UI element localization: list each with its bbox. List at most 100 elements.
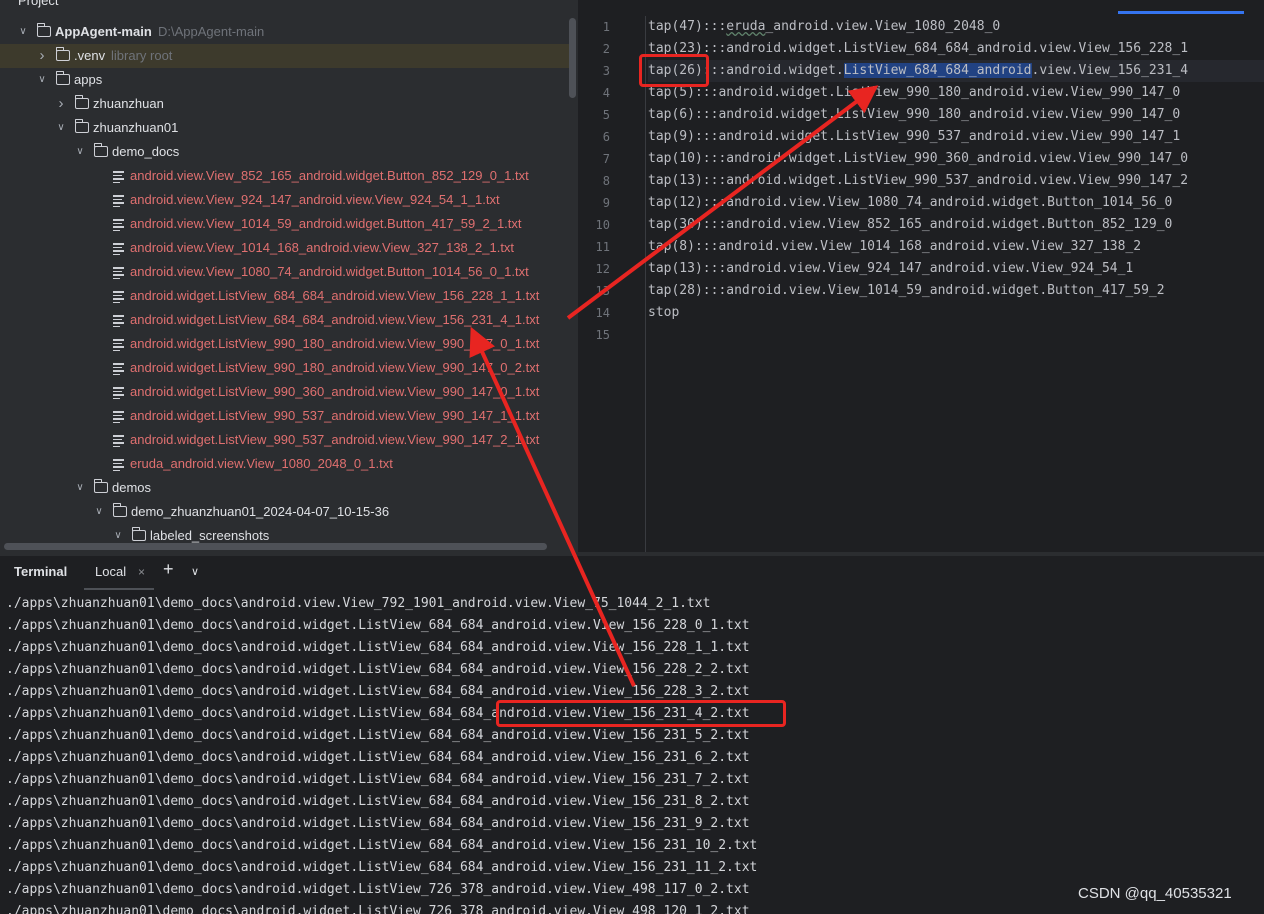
tree-file-row[interactable]: android.widget.ListView_684_684_android.…: [0, 284, 570, 308]
tree-item-label: android.widget.ListView_990_360_android.…: [130, 384, 540, 399]
terminal-line[interactable]: ./apps\zhuanzhuan01\demo_docs\android.wi…: [6, 879, 1264, 901]
tree-file-row[interactable]: android.widget.ListView_990_537_android.…: [0, 404, 570, 428]
line-number: 4: [602, 86, 610, 100]
terminal-line[interactable]: ./apps\zhuanzhuan01\demo_docs\android.wi…: [6, 659, 1264, 681]
tree-horizontal-scrollbar[interactable]: [4, 543, 547, 550]
code-text: tap(8):::android.view.View_1014_168_andr…: [648, 239, 1142, 254]
text-file-icon: [113, 195, 124, 207]
tree-file-row[interactable]: android.widget.ListView_990_180_android.…: [0, 332, 570, 356]
tree-item-hint: D:\AppAgent-main: [158, 24, 265, 39]
code-line[interactable]: tap(12):::android.view.View_1080_74_andr…: [648, 192, 1264, 214]
folder-icon: [55, 47, 70, 61]
selected-text: ListView_684_684_android: [843, 63, 1032, 78]
tree-folder-row[interactable]: ∨ demo_docs: [0, 140, 570, 164]
code-line[interactable]: tap(28):::android.view.View_1014_59_andr…: [648, 280, 1264, 302]
tree-file-row[interactable]: android.view.View_1014_168_android.view.…: [0, 236, 570, 260]
chevron-down-icon[interactable]: ∨: [37, 68, 47, 92]
tree-item-label: demo_docs: [112, 144, 180, 159]
folder-icon: [74, 95, 89, 109]
tree-item-label: android.widget.ListView_990_180_android.…: [130, 360, 540, 375]
line-number: 5: [602, 108, 610, 122]
tree-file-row[interactable]: android.widget.ListView_990_537_android.…: [0, 428, 570, 452]
code-line[interactable]: tap(13):::android.widget.ListView_990_53…: [648, 170, 1264, 192]
code-line[interactable]: tap(10):::android.widget.ListView_990_36…: [648, 148, 1264, 170]
tree-file-row[interactable]: android.widget.ListView_990_180_android.…: [0, 356, 570, 380]
code-editor[interactable]: 1 2 3 4 5 6 7 8 9 10 11 12 13 14 15 tap(47):::eruda_an…: [578, 0, 1264, 552]
terminal-line[interactable]: ./apps\zhuanzhuan01\demo_docs\android.wi…: [6, 835, 1264, 857]
terminal-panel[interactable]: Terminal Local × + ∨ ./apps\zhuanzhuan01…: [0, 556, 1264, 914]
terminal-line[interactable]: ./apps\zhuanzhuan01\demo_docs\android.wi…: [6, 615, 1264, 637]
tree-file-row[interactable]: android.widget.ListView_684_684_android.…: [0, 308, 570, 332]
line-number: 11: [595, 240, 610, 254]
code-line[interactable]: tap(5):::android.widget.ListView_990_180…: [648, 82, 1264, 104]
tree-folder-row[interactable]: ∨ zhuanzhuan01: [0, 116, 570, 140]
tree-file-row[interactable]: eruda_android.view.View_1080_2048_0_1.tx…: [0, 452, 570, 476]
chevron-right-icon[interactable]: ›: [37, 44, 47, 68]
code-line[interactable]: tap(47):::eruda_android.view.View_1080_2…: [648, 16, 1264, 38]
terminal-line[interactable]: ./apps\zhuanzhuan01\demo_docs\android.wi…: [6, 791, 1264, 813]
tree-item-label: android.widget.ListView_684_684_android.…: [130, 312, 540, 327]
code-line[interactable]: tap(30):::android.view.View_852_165_andr…: [648, 214, 1264, 236]
tree-folder-row[interactable]: ∨ AppAgent-main D:\AppAgent-main: [0, 20, 570, 44]
code-text: tap(26):::android.widget.: [648, 63, 844, 78]
chevron-down-icon[interactable]: ∨: [18, 20, 28, 44]
text-file-icon: [113, 435, 124, 447]
code-text: tap(13):::android.widget.ListView_990_53…: [648, 173, 1189, 188]
chevron-right-icon[interactable]: ›: [56, 92, 66, 116]
tree-item-label: android.widget.ListView_684_684_android.…: [130, 288, 540, 303]
chevron-down-icon[interactable]: ∨: [75, 140, 85, 164]
folder-icon: [112, 503, 127, 517]
code-text: tap(5):::android.widget.ListView_990_180…: [648, 85, 1181, 100]
code-line[interactable]: tap(23):::android.widget.ListView_684_68…: [648, 38, 1264, 60]
tree-folder-row[interactable]: › zhuanzhuan: [0, 92, 570, 116]
tree-file-row[interactable]: android.widget.ListView_990_360_android.…: [0, 380, 570, 404]
terminal-header: Terminal Local × + ∨: [0, 556, 1264, 590]
project-tree-panel: Project ∨ AppAgent-main D:\AppAgent-main ›.…: [0, 0, 578, 552]
terminal-line[interactable]: ./apps\zhuanzhuan01\demo_docs\android.wi…: [6, 703, 1264, 725]
chevron-down-icon[interactable]: ∨: [191, 565, 199, 578]
terminal-line[interactable]: ./apps\zhuanzhuan01\demo_docs\android.wi…: [6, 769, 1264, 791]
tree-item-label: AppAgent-main: [55, 24, 152, 39]
tree-folder-row[interactable]: ∨ demos: [0, 476, 570, 500]
tree-file-row[interactable]: android.view.View_924_147_android.view.V…: [0, 188, 570, 212]
tree-folder-row[interactable]: ∨ demo_zhuanzhuan01_2024-04-07_10-15-36: [0, 500, 570, 524]
text-file-icon: [113, 315, 124, 327]
tree-file-row[interactable]: android.view.View_852_165_android.widget…: [0, 164, 570, 188]
project-panel-title: Project: [18, 0, 59, 8]
close-tab-icon[interactable]: ×: [138, 565, 145, 579]
code-text: tap(47):::: [648, 19, 727, 34]
line-number: 1: [602, 20, 610, 34]
code-text: .view.View_156_231_4: [1031, 63, 1189, 78]
tree-file-row[interactable]: android.view.View_1080_74_android.widget…: [0, 260, 570, 284]
terminal-line[interactable]: ./apps\zhuanzhuan01\demo_docs\android.wi…: [6, 901, 1264, 914]
tree-item-label: .venv: [74, 48, 106, 63]
terminal-line[interactable]: ./apps\zhuanzhuan01\demo_docs\android.wi…: [6, 725, 1264, 747]
chevron-down-icon[interactable]: ∨: [56, 116, 66, 140]
terminal-tab-local[interactable]: Local: [95, 564, 126, 579]
line-number: 12: [595, 262, 610, 276]
folder-icon: [93, 143, 108, 157]
code-line[interactable]: [648, 324, 1264, 346]
terminal-line[interactable]: ./apps\zhuanzhuan01\demo_docs\android.wi…: [6, 747, 1264, 769]
terminal-line[interactable]: ./apps\zhuanzhuan01\demo_docs\android.wi…: [6, 637, 1264, 659]
add-terminal-icon[interactable]: +: [163, 559, 174, 580]
code-line[interactable]: tap(6):::android.widget.ListView_990_180…: [648, 104, 1264, 126]
tree-item-label: demos: [112, 480, 152, 495]
code-line[interactable]: stop: [648, 302, 1264, 324]
code-line[interactable]: tap(8):::android.view.View_1014_168_andr…: [648, 236, 1264, 258]
chevron-down-icon[interactable]: ∨: [94, 500, 104, 524]
terminal-line[interactable]: ./apps\zhuanzhuan01\demo_docs\android.vi…: [6, 593, 1264, 615]
tree-folder-row[interactable]: ∨ apps: [0, 68, 570, 92]
tree-folder-row[interactable]: › .venv library root: [0, 44, 570, 68]
chevron-down-icon[interactable]: ∨: [75, 476, 85, 500]
terminal-line[interactable]: ./apps\zhuanzhuan01\demo_docs\android.wi…: [6, 813, 1264, 835]
code-line[interactable]: tap(26):::android.widget.ListView_684_68…: [648, 60, 1264, 82]
tree-item-hint: library root: [111, 48, 173, 63]
terminal-line[interactable]: ./apps\zhuanzhuan01\demo_docs\android.wi…: [6, 681, 1264, 703]
folder-icon: [131, 527, 146, 541]
tree-file-row[interactable]: android.view.View_1014_59_android.widget…: [0, 212, 570, 236]
code-line[interactable]: tap(9):::android.widget.ListView_990_537…: [648, 126, 1264, 148]
terminal-line[interactable]: ./apps\zhuanzhuan01\demo_docs\android.wi…: [6, 857, 1264, 879]
tree-vertical-scrollbar[interactable]: [569, 18, 576, 98]
code-line[interactable]: tap(13):::android.view.View_924_147_andr…: [648, 258, 1264, 280]
